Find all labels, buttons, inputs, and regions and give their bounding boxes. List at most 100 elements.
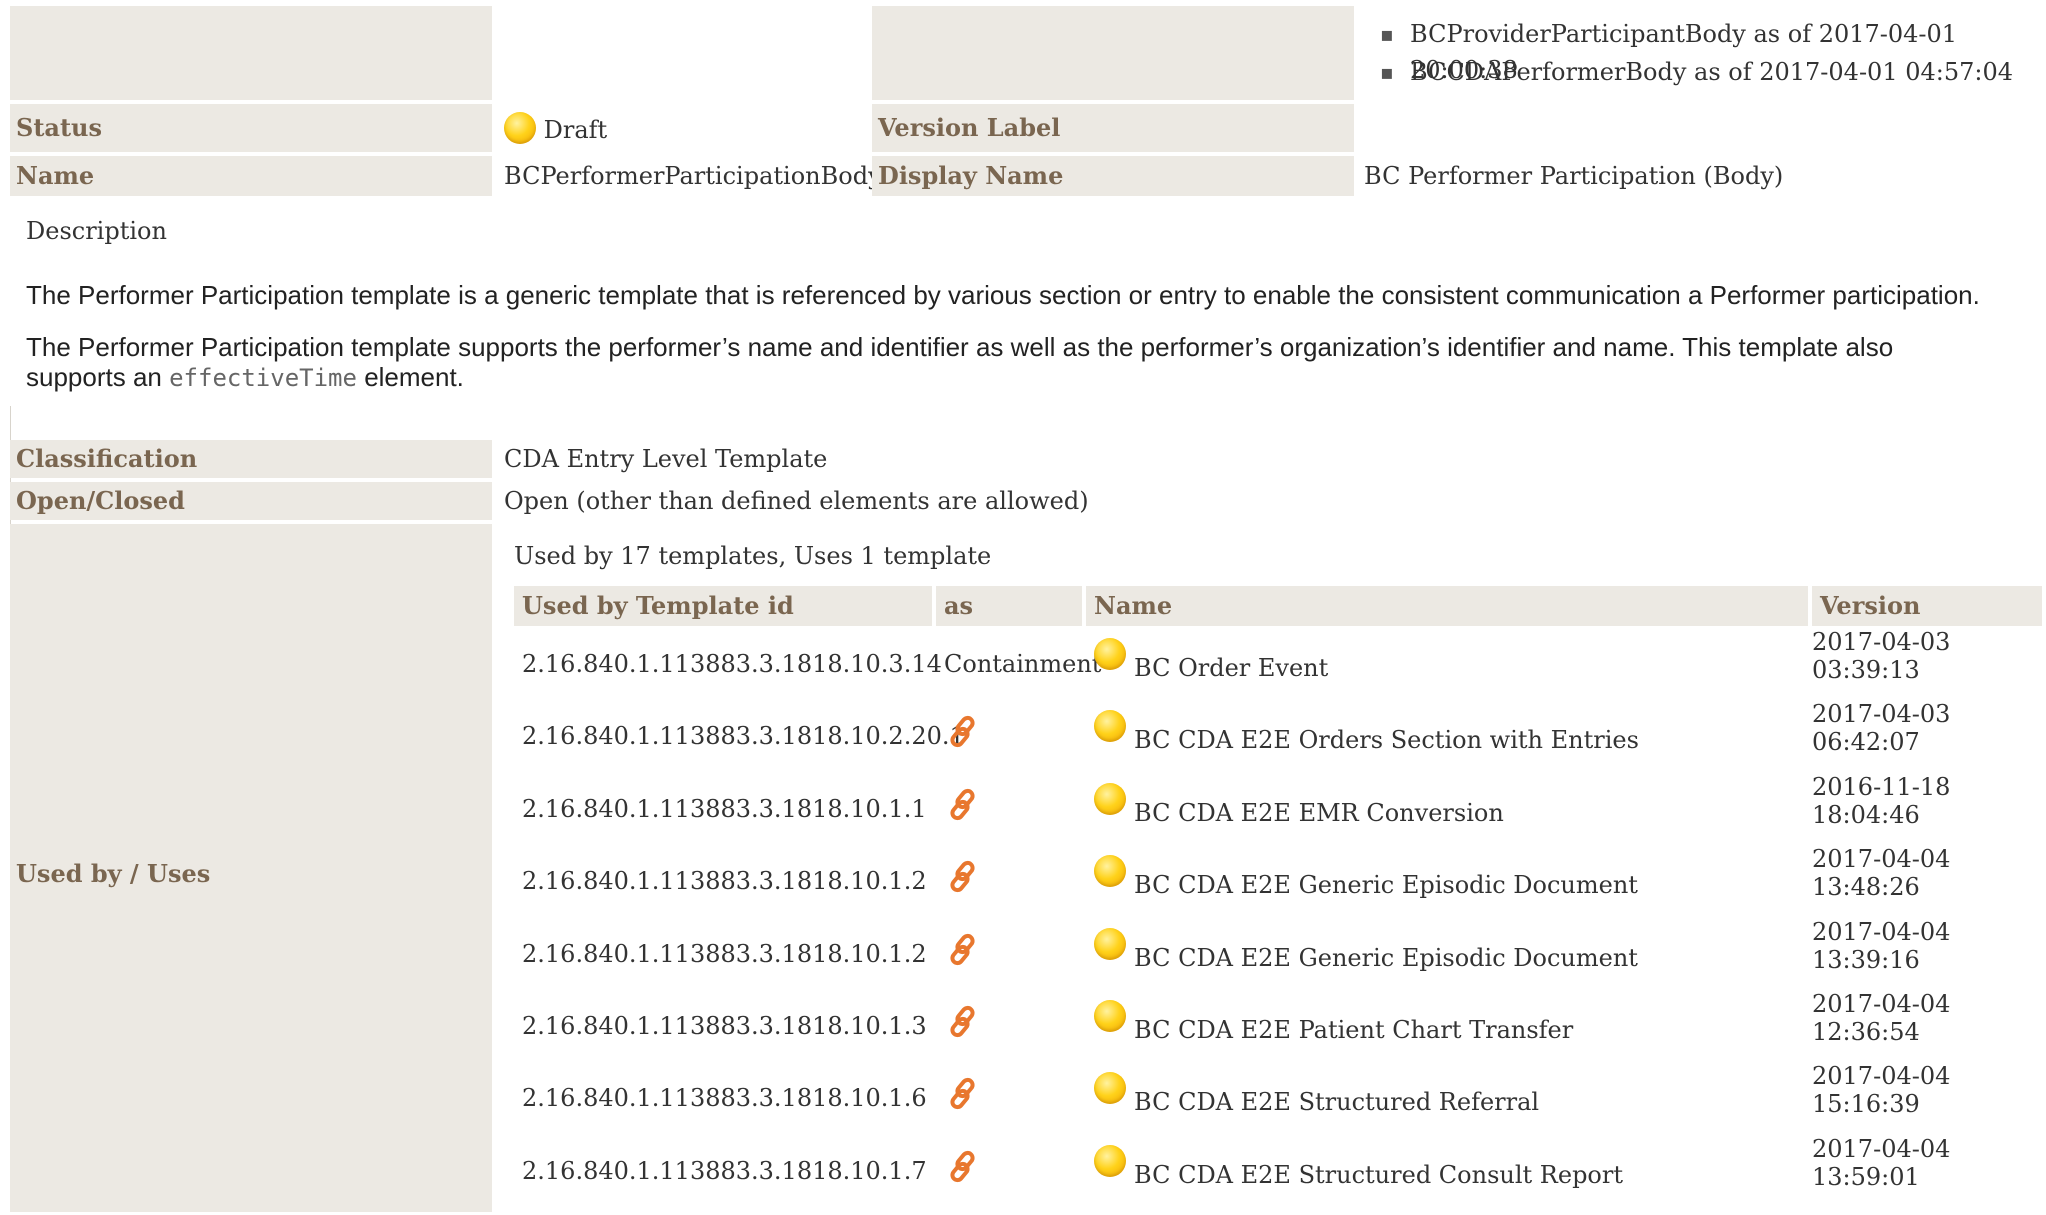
version-date: 2017-04-04 <box>1812 990 1951 1018</box>
version-cell: 2016-11-18 18:04:46 <box>1812 773 1950 829</box>
column-header-name[interactable]: Name <box>1086 586 1808 626</box>
header-blank-cell-left <box>10 6 492 100</box>
template-name-cell[interactable]: BC CDA E2E Generic Episodic Document <box>1094 926 1638 990</box>
used-by-label: Used by / Uses <box>16 859 211 888</box>
draft-status-icon <box>1094 710 1126 742</box>
version-time: 03:39:13 <box>1812 656 1920 684</box>
template-id-cell[interactable]: 2.16.840.1.113883.3.1818.10.2.20.1 <box>522 708 965 764</box>
open-closed-label: Open/Closed <box>10 482 492 520</box>
version-time: 18:04:46 <box>1812 801 1920 829</box>
status-value: Draft <box>504 108 607 152</box>
effective-time-code: effectiveTime <box>169 364 357 392</box>
description-paragraph-2-line-2: supports an effectiveTime element. <box>26 362 464 393</box>
description-paragraph-1: The Performer Participation template is … <box>26 280 1980 310</box>
template-name[interactable]: BC CDA E2E Patient Chart Transfer <box>1134 1016 1573 1044</box>
link-icon[interactable] <box>946 859 982 895</box>
template-id-cell[interactable]: 2.16.840.1.113883.3.1818.10.1.6 <box>522 1070 927 1126</box>
draft-status-icon <box>1094 1000 1126 1032</box>
column-header-as[interactable]: as <box>936 586 1082 626</box>
template-name-cell[interactable]: BC CDA E2E Orders Section with Entries <box>1094 708 1639 772</box>
draft-status-icon <box>1094 855 1126 887</box>
template-name[interactable]: BC CDA E2E Structured Consult Report <box>1134 1161 1623 1189</box>
version-time: 06:42:07 <box>1812 728 1920 756</box>
link-icon[interactable] <box>946 1149 982 1185</box>
template-name[interactable]: BC CDA E2E Generic Episodic Document <box>1134 944 1638 972</box>
name-label: Name <box>10 156 492 196</box>
link-icon[interactable] <box>946 1076 982 1112</box>
link-icon[interactable] <box>946 1004 982 1040</box>
status-text: Draft <box>543 116 608 144</box>
as-cell: Containment <box>944 650 1102 678</box>
version-date: 2017-04-04 <box>1812 918 1951 946</box>
template-name[interactable]: BC Order Event <box>1134 654 1328 682</box>
template-id-cell[interactable]: 2.16.840.1.113883.3.1818.10.1.7 <box>522 1143 927 1199</box>
table-row[interactable]: 2.16.840.1.113883.3.1818.10.1.3 BC CDA E… <box>514 990 2042 1070</box>
template-name-cell[interactable]: BC CDA E2E EMR Conversion <box>1094 781 1504 845</box>
version-date: 2017-04-03 <box>1812 628 1951 656</box>
open-closed-value: Open (other than defined elements are al… <box>504 487 1089 515</box>
link-icon[interactable] <box>946 787 982 823</box>
template-name[interactable]: BC CDA E2E Generic Episodic Document <box>1134 871 1638 899</box>
template-id-cell[interactable]: 2.16.840.1.113883.3.1818.10.1.2 <box>522 926 927 982</box>
description-label: Description <box>26 217 167 245</box>
template-name[interactable]: BC CDA E2E Orders Section with Entries <box>1134 726 1639 754</box>
draft-status-icon <box>504 112 536 144</box>
version-time: 13:59:01 <box>1812 1163 1920 1191</box>
version-cell: 2017-04-04 13:59:01 <box>1812 1135 1950 1191</box>
version-cell: 2017-04-03 06:42:07 <box>1812 700 1950 756</box>
draft-status-icon <box>1094 928 1126 960</box>
used-by-summary: Used by 17 templates, Uses 1 template <box>514 542 992 570</box>
column-header-template-id[interactable]: Used by Template id <box>514 586 932 626</box>
template-name-cell[interactable]: BC CDA E2E Generic Episodic Document <box>1094 853 1638 917</box>
table-row[interactable]: 2.16.840.1.113883.3.1818.10.1.7 BC CDA E… <box>514 1135 2042 1215</box>
template-id-cell[interactable]: 2.16.840.1.113883.3.1818.10.1.2 <box>522 853 927 909</box>
page: { "header": { "versions": [ "BCProviderP… <box>0 0 2046 1212</box>
display-name-value: BC Performer Participation (Body) <box>1364 162 1784 190</box>
template-name[interactable]: BC CDA E2E EMR Conversion <box>1134 799 1504 827</box>
table-row[interactable]: 2.16.840.1.113883.3.1818.10.1.2 BC CDA E… <box>514 918 2042 998</box>
version-time: 15:16:39 <box>1812 1090 1920 1118</box>
version-cell: 2017-04-03 03:39:13 <box>1812 628 1950 684</box>
version-cell: 2017-04-04 13:39:16 <box>1812 918 1950 974</box>
template-id-cell[interactable]: 2.16.840.1.113883.3.1818.10.1.3 <box>522 998 927 1054</box>
draft-status-icon <box>1094 1145 1126 1177</box>
table-row[interactable]: 2.16.840.1.113883.3.1818.10.1.1 BC CDA E… <box>514 773 2042 853</box>
column-header-version[interactable]: Version <box>1812 586 2042 626</box>
version-date: 2017-04-04 <box>1812 845 1951 873</box>
version-date: 2017-04-03 <box>1812 700 1951 728</box>
draft-status-icon <box>1094 1072 1126 1104</box>
table-row[interactable]: 2.16.840.1.113883.3.1818.10.1.6 BC CDA E… <box>514 1062 2042 1142</box>
used-by-label-cell: Used by / Uses <box>10 524 492 1212</box>
draft-status-icon <box>1094 638 1126 670</box>
usage-table-header: Used by Template id as Name Version <box>514 586 2042 626</box>
template-id-cell[interactable]: 2.16.840.1.113883.3.1818.10.3.14 <box>522 636 942 692</box>
header-blank-cell-right <box>872 6 1354 100</box>
version-history-item[interactable]: BCProviderParticipantBody as of 2017-04-… <box>1380 16 2040 84</box>
version-history-list: BCProviderParticipantBody as of 2017-04-… <box>1380 16 2040 92</box>
version-cell: 2017-04-04 13:48:26 <box>1812 845 1950 901</box>
description-text: supports an <box>26 362 162 392</box>
version-date: 2016-11-18 <box>1812 773 1951 801</box>
description-paragraph-2-line-1: The Performer Participation template sup… <box>26 332 1894 362</box>
draft-status-icon <box>1094 783 1126 815</box>
description-text: element. <box>364 362 464 392</box>
table-row[interactable]: 2.16.840.1.113883.3.1818.10.3.14 Containm… <box>514 628 2042 708</box>
version-label-label: Version Label <box>872 104 1354 152</box>
classification-value: CDA Entry Level Template <box>504 445 828 473</box>
template-id-cell[interactable]: 2.16.840.1.113883.3.1818.10.1.1 <box>522 781 927 837</box>
version-date: 2017-04-04 <box>1812 1062 1951 1090</box>
link-icon[interactable] <box>946 714 982 750</box>
template-name-cell[interactable]: BC CDA E2E Structured Consult Report <box>1094 1143 1623 1207</box>
table-row[interactable]: 2.16.840.1.113883.3.1818.10.2.20.1 BC CD… <box>514 700 2042 780</box>
template-name[interactable]: BC CDA E2E Structured Referral <box>1134 1088 1539 1116</box>
classification-label: Classification <box>10 440 492 478</box>
link-icon[interactable] <box>946 932 982 968</box>
version-history-item[interactable]: BCCDAPerformerBody as of 2017-04-01 04:5… <box>1380 54 2040 92</box>
status-label: Status <box>10 104 492 152</box>
template-name-cell[interactable]: BC CDA E2E Patient Chart Transfer <box>1094 998 1573 1062</box>
table-row[interactable]: 2.16.840.1.113883.3.1818.10.1.2 BC CDA E… <box>514 845 2042 925</box>
name-value: BCPerformerParticipationBody <box>504 162 882 190</box>
version-time: 13:48:26 <box>1812 873 1920 901</box>
template-name-cell[interactable]: BC CDA E2E Structured Referral <box>1094 1070 1539 1134</box>
template-name-cell[interactable]: BC Order Event <box>1094 636 1328 700</box>
